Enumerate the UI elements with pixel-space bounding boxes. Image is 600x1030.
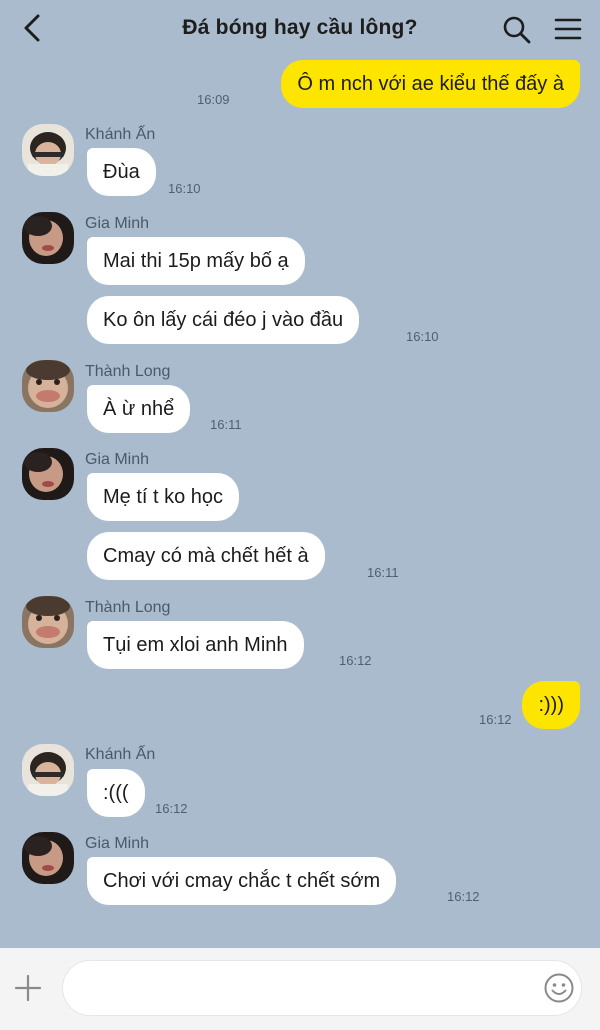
sender-name: Gia Minh: [85, 215, 150, 232]
incoming-message-bubble[interactable]: :(((: [87, 769, 145, 817]
sender-name: Thành Long: [85, 363, 171, 380]
outgoing-message-bubble[interactable]: Ô m nch với ae kiểu thế đấy à: [281, 60, 580, 108]
message-time: 16:09: [197, 92, 230, 107]
incoming-message-bubble[interactable]: Mẹ tí t ko học: [87, 473, 240, 521]
avatar[interactable]: [22, 744, 74, 796]
avatar[interactable]: [22, 360, 74, 412]
sender-name: Gia Minh: [85, 451, 150, 468]
plus-icon[interactable]: [14, 974, 42, 1002]
message-time: 16:12: [479, 712, 512, 727]
avatar[interactable]: [22, 596, 74, 648]
avatar[interactable]: [22, 124, 74, 176]
sender-name: Gia Minh: [85, 835, 150, 852]
outgoing-message-bubble[interactable]: :))): [522, 681, 580, 729]
incoming-message-bubble[interactable]: Cmay có mà chết hết à: [87, 532, 325, 580]
message-time: 16:12: [155, 801, 188, 816]
message-time: 16:12: [339, 653, 372, 668]
incoming-message-bubble[interactable]: Đùa: [87, 148, 156, 196]
incoming-message-bubble[interactable]: Ko ôn lấy cái đéo j vào đầu: [87, 296, 360, 344]
incoming-message-bubble[interactable]: Chơi với cmay chắc t chết sớm: [87, 857, 397, 905]
chat-messages[interactable]: Ô m nch với ae kiểu thế đấy à 16:09 Khán…: [0, 0, 600, 948]
sender-name: Khánh Ấn: [85, 746, 156, 763]
composer-bar: [0, 948, 600, 1030]
message-time: 16:11: [210, 417, 242, 432]
incoming-message-bubble[interactable]: À ừ nhể: [87, 385, 191, 433]
sender-name: Khánh Ấn: [85, 126, 156, 143]
message-time: 16:10: [168, 181, 201, 196]
avatar[interactable]: [22, 448, 74, 500]
message-input[interactable]: [62, 960, 582, 1016]
sender-name: Thành Long: [85, 599, 171, 616]
avatar[interactable]: [22, 212, 74, 264]
message-time: 16:11: [367, 565, 399, 580]
incoming-message-bubble[interactable]: Tụi em xloi anh Minh: [87, 621, 304, 669]
emoji-icon[interactable]: [543, 972, 575, 1004]
incoming-message-bubble[interactable]: Mai thi 15p mấy bố ạ: [87, 237, 305, 285]
avatar[interactable]: [22, 832, 74, 884]
message-time: 16:12: [447, 889, 480, 904]
message-time: 16:10: [406, 329, 439, 344]
